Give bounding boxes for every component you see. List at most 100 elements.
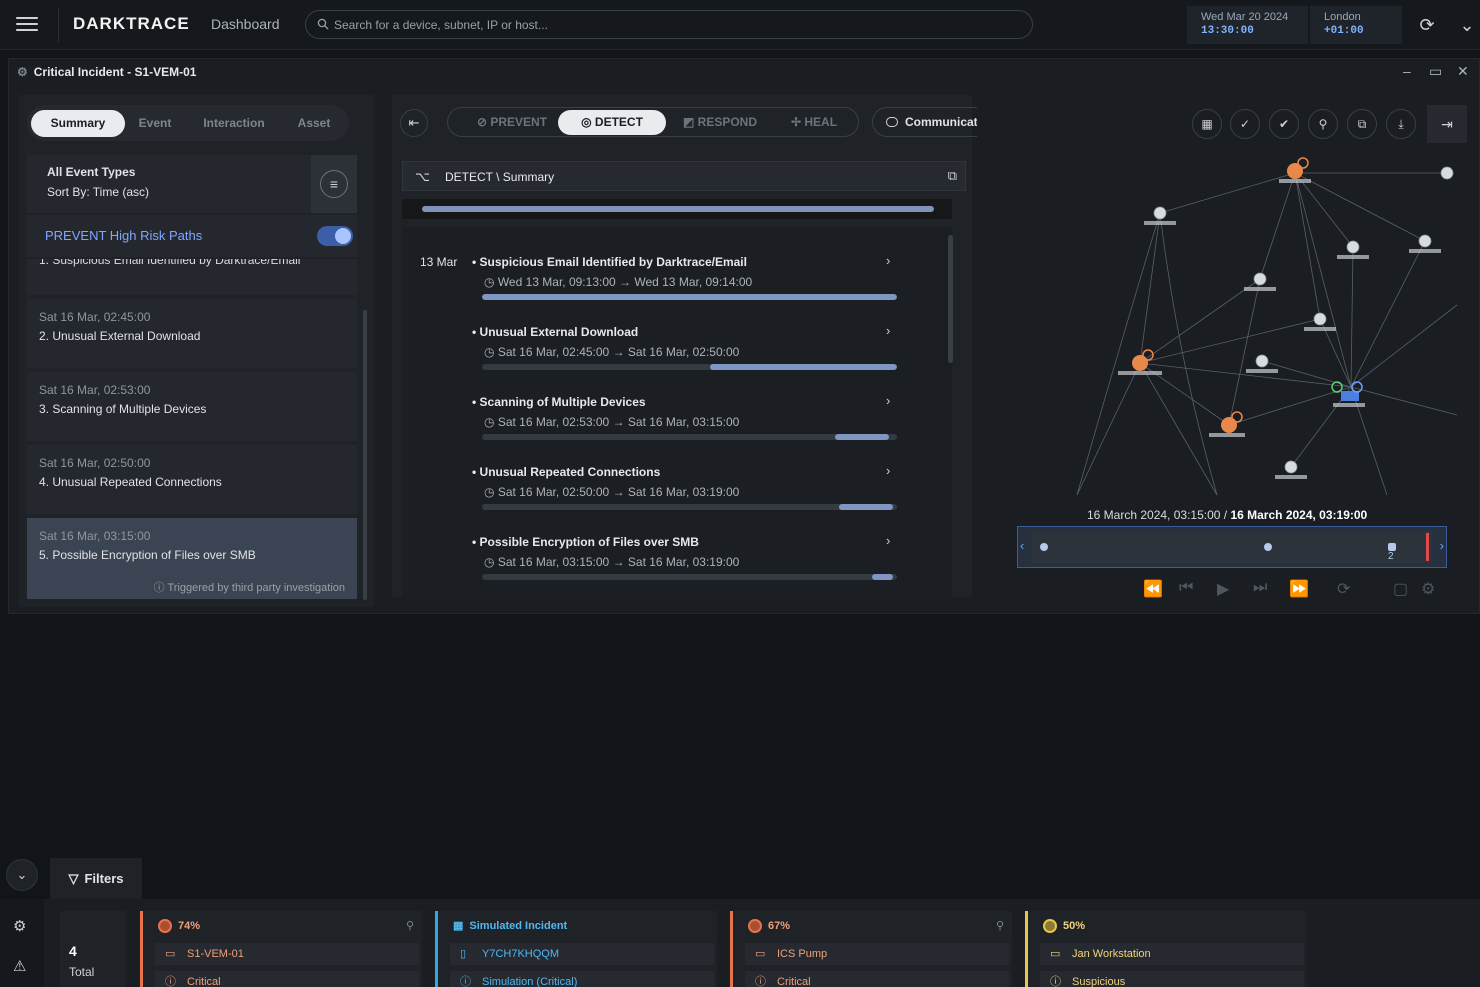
timeline-scrubber[interactable]: ‹ 2 › (1017, 526, 1447, 568)
skip-end-icon[interactable]: ⏭ (1253, 579, 1267, 597)
pill-prevent[interactable]: ⊘ PREVENT (462, 110, 562, 135)
card-status: ⓘ Simulation (Critical) (450, 971, 714, 987)
maximize-icon[interactable]: ▭ (1429, 63, 1442, 80)
chat-icon (886, 117, 898, 127)
chevron-right-icon[interactable]: › (886, 463, 890, 478)
check-all-icon[interactable]: ✔ (1269, 109, 1299, 139)
scrollbar[interactable] (363, 310, 367, 600)
event-time: ◷ Sat 16 Mar, 02:53:00 → Sat 16 Mar, 03:… (484, 415, 740, 429)
section-path-label: DETECT \ Summary (445, 170, 555, 184)
tab-event[interactable]: Event (125, 110, 185, 137)
info-icon: ⓘ (460, 976, 471, 987)
menu-icon[interactable] (14, 14, 40, 36)
timeline-marker[interactable] (1264, 543, 1272, 551)
prevent-icon: ⊘ (476, 115, 491, 129)
collapse-left-icon[interactable]: ⇤ (400, 109, 428, 137)
skip-start-icon[interactable]: ⏮ (1179, 579, 1193, 597)
arrow-icon: → (609, 485, 628, 499)
list-item-date: Sat 16 Mar, 02:45:00 (39, 310, 151, 324)
prevent-high-risk-toggle[interactable] (317, 226, 353, 246)
incident-card[interactable]: 67% ⚲ ▭ ICS Pump ⓘ Critical (730, 911, 1012, 987)
list-item[interactable]: Sat 16 Mar, 02:45:00 2. Unusual External… (27, 299, 357, 368)
list-item-title: 4. Unusual Repeated Connections (39, 475, 222, 489)
list-item-selected[interactable]: Sat 16 Mar, 03:15:00 5. Possible Encrypt… (27, 518, 357, 599)
tab-asset[interactable]: Asset (283, 110, 345, 137)
alert-icon[interactable]: ⚠ (13, 957, 26, 975)
play-icon[interactable]: ▶ (1217, 579, 1229, 599)
event-row[interactable]: Possible Encryption of Files over SMB ◷ … (402, 529, 922, 597)
timeline-playhead[interactable] (1426, 533, 1429, 561)
loop-icon[interactable]: ⟳ (1337, 579, 1350, 599)
tab-interaction[interactable]: Interaction (189, 110, 279, 137)
fast-forward-icon[interactable]: ⏩ (1289, 579, 1309, 599)
check-icon[interactable]: ✓ (1230, 109, 1260, 139)
chevron-right-icon[interactable]: › (1440, 538, 1444, 553)
desktop-icon: ▭ (755, 948, 766, 960)
pill-detect[interactable]: ◎ DETECT (558, 110, 666, 135)
clock-date: Wed Mar 20 2024 (1201, 11, 1289, 23)
arrow-icon: → (609, 345, 628, 359)
incident-card[interactable]: 50% ▭ Jan Workstation ⓘ Suspicious (1025, 911, 1307, 987)
event-time: ◷ Wed 13 Mar, 09:13:00 → Wed 13 Mar, 09:… (484, 275, 753, 289)
chevron-right-icon[interactable]: › (886, 253, 890, 268)
grid-icon[interactable]: ▦ (1192, 109, 1222, 139)
search-bar[interactable] (305, 10, 1033, 39)
collapse-right-icon[interactable]: ⇥ (1427, 105, 1467, 143)
breadcrumb-dashboard[interactable]: Dashboard (211, 16, 280, 32)
total-count: 4 Total (60, 911, 126, 987)
timeline-track[interactable]: 2 (1032, 531, 1432, 563)
clock-time: 13:30:00 (1201, 25, 1254, 37)
rewind-icon[interactable]: ⏪ (1143, 579, 1163, 599)
list-item[interactable]: 1. Suspicious Email Identified by Darktr… (27, 259, 357, 295)
pin-icon[interactable]: ⚲ (1308, 109, 1338, 139)
divider (58, 8, 59, 42)
timeline-marker[interactable] (1040, 543, 1048, 551)
chevron-down-icon[interactable]: ⌄ (1450, 8, 1480, 42)
heal-icon: ✢ (790, 115, 805, 129)
filter-event-types: All Event Types (47, 165, 136, 179)
chevron-right-icon[interactable]: › (886, 533, 890, 548)
info-icon: ⓘ (1050, 976, 1061, 987)
network-graph[interactable] (1037, 155, 1467, 500)
close-icon[interactable]: ✕ (1457, 63, 1469, 80)
minimize-icon[interactable]: – (1403, 63, 1411, 79)
incident-card[interactable]: ▦ Simulated Incident ▯ Y7CH7KHQQM ⓘ Simulat… (435, 911, 717, 987)
download-icon[interactable]: ⤓ (1386, 109, 1416, 139)
card-device: ▭ Jan Workstation (1040, 943, 1304, 965)
pin-icon[interactable]: ⚲ (996, 919, 1004, 932)
list-item[interactable]: Sat 16 Mar, 02:53:00 3. Scanning of Mult… (27, 372, 357, 441)
event-date: 13 Mar (420, 255, 458, 269)
incidents-icon[interactable]: ⚙ (13, 917, 26, 935)
filters-tab[interactable]: ▽ Filters (50, 858, 142, 899)
clock-icon: ◷ (484, 345, 498, 359)
event-row[interactable]: 13 Mar Suspicious Email Identified by Da… (402, 249, 922, 317)
chevron-right-icon[interactable]: › (886, 393, 890, 408)
settings-icon[interactable]: ⚙ (1421, 579, 1435, 599)
chevron-left-icon[interactable]: ‹ (1020, 538, 1024, 553)
filter-settings-button[interactable]: ≡ (311, 155, 357, 213)
incident-card[interactable]: 74% ⚲ ▭ S1-VEM-01 ⓘ Critical (140, 911, 422, 987)
collapse-tray-icon[interactable]: ⌄ (6, 859, 38, 891)
total-label: Total (69, 965, 95, 979)
fullscreen-icon[interactable]: ▢ (1393, 579, 1408, 599)
copy-icon[interactable]: ⧉ (1347, 109, 1377, 139)
scrollbar[interactable] (948, 235, 953, 363)
chevron-right-icon[interactable]: › (886, 323, 890, 338)
event-row[interactable]: Unusual Repeated Connections ◷ Sat 16 Ma… (402, 459, 922, 527)
respond-icon: ◩ (682, 115, 698, 129)
card-device: ▭ ICS Pump (745, 943, 1009, 965)
event-row[interactable]: Scanning of Multiple Devices ◷ Sat 16 Ma… (402, 389, 922, 457)
event-duration-bar (482, 504, 897, 510)
search-input[interactable] (334, 11, 1014, 38)
refresh-icon[interactable]: ⟳ (1410, 8, 1444, 42)
pill-respond[interactable]: ◩ RESPOND (674, 110, 766, 135)
pin-icon[interactable]: ⚲ (406, 919, 414, 932)
list-item[interactable]: Sat 16 Mar, 02:50:00 4. Unusual Repeated… (27, 445, 357, 514)
popout-icon[interactable]: ⧉ (948, 168, 957, 184)
clock-icon: ◷ (484, 485, 498, 499)
event-row[interactable]: Unusual External Download ◷ Sat 16 Mar, … (402, 319, 922, 387)
card-header: ▦ Simulated Incident (453, 919, 568, 933)
timeline-marker[interactable] (1388, 543, 1396, 551)
tab-summary[interactable]: Summary (31, 110, 125, 137)
pill-heal[interactable]: ✢ HEAL (784, 110, 844, 135)
